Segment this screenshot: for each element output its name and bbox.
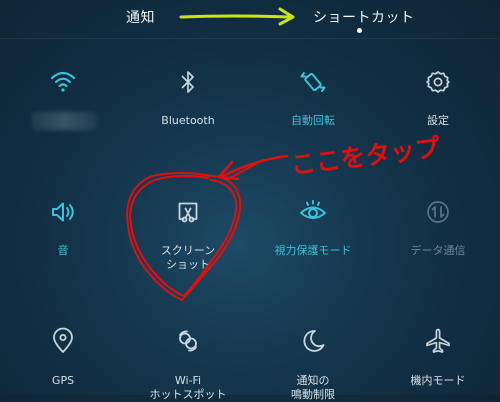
wifi-icon bbox=[48, 67, 78, 97]
eye-comfort-label: 視力保護モード bbox=[274, 244, 352, 257]
data-icon bbox=[423, 197, 453, 227]
wifi-hotspot-label: Wi-Fi ホットスポット bbox=[126, 374, 250, 402]
hotspot-icon bbox=[173, 326, 203, 356]
moon-icon bbox=[298, 326, 328, 356]
do-not-disturb-label-line1: 通知の bbox=[296, 374, 330, 387]
header-divider bbox=[0, 38, 500, 39]
red-circle-icon bbox=[126, 159, 264, 301]
mobile-data-label: データ通信 bbox=[410, 244, 466, 257]
location-pin-icon bbox=[48, 326, 78, 356]
airplane-icon bbox=[423, 326, 453, 356]
quick-settings-header: 通知 ショートカット bbox=[0, 0, 500, 38]
rotate-icon bbox=[298, 67, 328, 97]
settings-label: 設定 bbox=[427, 114, 449, 127]
screenshot-icon bbox=[173, 197, 203, 227]
gps-label: GPS bbox=[51, 374, 75, 387]
tab-shortcuts[interactable]: ショートカット bbox=[313, 7, 415, 27]
gear-icon bbox=[423, 67, 453, 97]
wifi-network-name-redacted bbox=[32, 112, 96, 130]
active-tab-indicator bbox=[357, 28, 362, 33]
do-not-disturb-label: 通知の 鳴動制限 bbox=[251, 374, 375, 402]
sound-label: 音 bbox=[57, 244, 69, 257]
tab-notifications[interactable]: 通知 bbox=[126, 7, 155, 27]
bluetooth-label: Bluetooth bbox=[161, 114, 215, 127]
speaker-icon bbox=[48, 197, 78, 227]
wifi-hotspot-label-line1: Wi-Fi bbox=[174, 374, 202, 387]
red-arrow-icon bbox=[217, 154, 289, 181]
bluetooth-icon bbox=[173, 67, 203, 97]
eye-icon bbox=[298, 197, 328, 227]
annotation-text: ここをタップ bbox=[289, 133, 442, 180]
airplane-mode-label: 機内モード bbox=[410, 374, 466, 387]
auto-rotate-label: 自動回転 bbox=[291, 114, 335, 127]
screenshot-label-line2: ショット bbox=[166, 258, 210, 271]
screenshot-label-line1: スクリーン bbox=[160, 244, 216, 257]
screenshot-label: スクリーン ショット bbox=[126, 244, 250, 272]
